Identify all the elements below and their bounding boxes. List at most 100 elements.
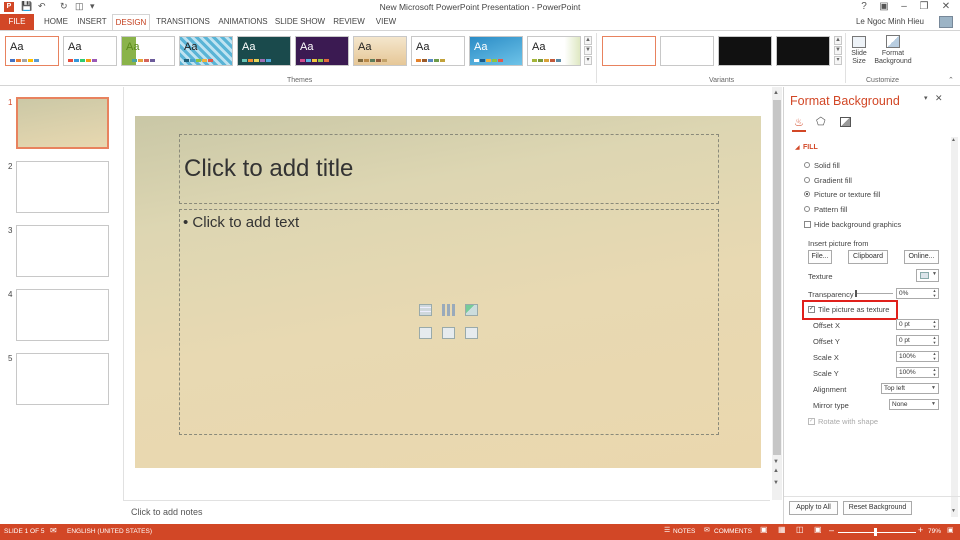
theme-organic[interactable]: Aa bbox=[353, 36, 407, 66]
slide-thumbnail-5[interactable] bbox=[16, 353, 109, 405]
tab-view[interactable]: VIEW bbox=[371, 14, 401, 30]
pane-scroll-down-icon[interactable]: ▼ bbox=[951, 508, 956, 514]
tab-insert[interactable]: INSERT bbox=[76, 14, 108, 30]
minimize-icon[interactable]: – bbox=[896, 0, 912, 13]
fill-section-header[interactable]: FILL bbox=[803, 144, 818, 151]
close-icon[interactable]: ✕ bbox=[938, 0, 954, 13]
next-slide-icon[interactable]: ▼ bbox=[773, 480, 779, 486]
insert-video-icon[interactable] bbox=[465, 327, 478, 339]
ribbon-display-options-icon[interactable]: ▣ bbox=[876, 0, 892, 13]
theme-retrospect[interactable]: Aa bbox=[411, 36, 465, 66]
tile-picture-label[interactable]: Tile picture as texture bbox=[818, 305, 889, 314]
insert-online-picture-icon[interactable] bbox=[442, 327, 455, 339]
effects-tab-icon[interactable]: ⬠ bbox=[816, 115, 826, 128]
clipboard-button[interactable]: Clipboard bbox=[848, 250, 888, 264]
apply-to-all-button[interactable]: Apply to All bbox=[789, 501, 838, 515]
theme-ion[interactable]: Aa bbox=[237, 36, 291, 66]
variants-scroll-up-icon[interactable]: ▲ bbox=[834, 36, 842, 45]
theme-facet[interactable]: Aa bbox=[121, 36, 175, 66]
scale-x-input[interactable]: 100% ▲ ▼ bbox=[896, 351, 939, 362]
hide-background-graphics-label[interactable]: Hide background graphics bbox=[814, 220, 901, 229]
scroll-down-icon[interactable]: ▼ bbox=[773, 459, 779, 465]
insert-picture-icon[interactable] bbox=[419, 327, 432, 339]
insert-table-icon[interactable] bbox=[419, 304, 432, 316]
gradient-fill-label[interactable]: Gradient fill bbox=[814, 176, 852, 185]
solid-fill-label[interactable]: Solid fill bbox=[814, 161, 840, 170]
normal-view-icon[interactable]: ▣ bbox=[760, 525, 768, 534]
reading-view-icon[interactable]: ◫ bbox=[796, 525, 804, 534]
fill-collapse-icon[interactable]: ◢ bbox=[795, 144, 800, 151]
slide-thumbnail-3[interactable] bbox=[16, 225, 109, 277]
picture-texture-fill-label[interactable]: Picture or texture fill bbox=[814, 190, 880, 199]
zoom-slider-handle[interactable] bbox=[874, 528, 877, 536]
language-indicator[interactable]: ENGLISH (UNITED STATES) bbox=[67, 528, 152, 535]
slide-thumbnail-2[interactable] bbox=[16, 161, 109, 213]
notes-pane[interactable]: Click to add notes bbox=[123, 500, 770, 524]
tile-picture-checkbox[interactable]: ✓ bbox=[808, 306, 815, 313]
mirror-type-dropdown[interactable]: None ▼ bbox=[889, 399, 939, 410]
transparency-slider[interactable] bbox=[855, 293, 893, 294]
fit-slide-icon[interactable]: ▣ bbox=[947, 526, 954, 534]
zoom-in-icon[interactable]: + bbox=[918, 525, 923, 535]
reset-background-button[interactable]: Reset Background bbox=[843, 501, 912, 515]
offset-y-input[interactable]: 0 pt ▲ ▼ bbox=[896, 335, 939, 346]
variant-2[interactable] bbox=[660, 36, 714, 66]
slide-sorter-icon[interactable]: ▦ bbox=[778, 525, 786, 534]
spin-arrows-icon[interactable]: ▲ ▼ bbox=[931, 319, 938, 329]
spin-arrows-icon[interactable]: ▲ ▼ bbox=[931, 288, 938, 298]
slide-show-icon[interactable]: ▣ bbox=[814, 525, 822, 534]
rotate-with-shape-checkbox[interactable]: ✓ bbox=[808, 418, 815, 425]
insert-chart-icon[interactable] bbox=[442, 304, 455, 316]
scale-y-input[interactable]: 100% ▲ ▼ bbox=[896, 367, 939, 378]
variant-4[interactable] bbox=[776, 36, 830, 66]
gradient-fill-radio[interactable] bbox=[804, 177, 810, 183]
restore-icon[interactable]: ❐ bbox=[916, 0, 932, 13]
tab-review[interactable]: REVIEW bbox=[331, 14, 367, 30]
texture-picker-button[interactable]: ▼ bbox=[916, 269, 939, 282]
pane-scroll-up-icon[interactable]: ▲ bbox=[951, 137, 956, 143]
help-icon[interactable]: ? bbox=[856, 0, 872, 13]
picture-tab-icon[interactable] bbox=[840, 117, 851, 127]
variants-scroll-down-icon[interactable]: ▼ bbox=[834, 46, 842, 55]
pattern-fill-label[interactable]: Pattern fill bbox=[814, 205, 847, 214]
comments-button[interactable]: COMMENTS bbox=[714, 528, 752, 535]
tab-slide-show[interactable]: SLIDE SHOW bbox=[274, 14, 326, 30]
alignment-dropdown[interactable]: Top left ▼ bbox=[881, 383, 939, 394]
content-placeholder[interactable]: • Click to add text bbox=[179, 209, 719, 435]
online-button[interactable]: Online... bbox=[904, 250, 939, 264]
theme-wisp[interactable]: Aa bbox=[527, 36, 581, 66]
slide-thumbnail-1[interactable] bbox=[16, 97, 109, 149]
fill-tab-icon[interactable]: ♨ bbox=[794, 116, 804, 129]
solid-fill-radio[interactable] bbox=[804, 162, 810, 168]
notes-button[interactable]: NOTES bbox=[673, 528, 695, 535]
hide-background-graphics-checkbox[interactable] bbox=[804, 221, 811, 228]
themes-more-icon[interactable]: ▾ bbox=[584, 56, 592, 65]
pane-options-icon[interactable]: ▾ bbox=[924, 94, 928, 102]
insert-smartart-icon[interactable] bbox=[465, 304, 478, 316]
file-button[interactable]: File... bbox=[808, 250, 832, 264]
scroll-thumb[interactable] bbox=[773, 100, 781, 455]
theme-ion-boardroom[interactable]: Aa bbox=[295, 36, 349, 66]
title-placeholder[interactable]: Click to add title bbox=[179, 134, 719, 204]
spin-arrows-icon[interactable]: ▲ ▼ bbox=[931, 335, 938, 345]
user-avatar[interactable] bbox=[939, 16, 953, 28]
spin-arrows-icon[interactable]: ▲ ▼ bbox=[931, 351, 938, 361]
previous-slide-icon[interactable]: ▲ bbox=[773, 468, 779, 474]
slide-thumbnail-4[interactable] bbox=[16, 289, 109, 341]
theme-integral[interactable]: Aa bbox=[179, 36, 233, 66]
tab-transitions[interactable]: TRANSITIONS bbox=[154, 14, 212, 30]
comments-icon[interactable]: ✉ bbox=[704, 526, 710, 534]
zoom-level[interactable]: 79% bbox=[928, 528, 941, 535]
tab-design[interactable]: DESIGN bbox=[112, 14, 150, 30]
themes-scroll-up-icon[interactable]: ▲ bbox=[584, 36, 592, 45]
variants-more-icon[interactable]: ▾ bbox=[834, 56, 842, 65]
spin-arrows-icon[interactable]: ▲ ▼ bbox=[931, 367, 938, 377]
tab-home[interactable]: HOME bbox=[40, 14, 72, 30]
collapse-ribbon-icon[interactable]: ⌃ bbox=[948, 76, 954, 84]
theme-office-2[interactable]: Aa bbox=[63, 36, 117, 66]
theme-slice[interactable]: Aa bbox=[469, 36, 523, 66]
themes-scroll-down-icon[interactable]: ▼ bbox=[584, 46, 592, 55]
offset-x-input[interactable]: 0 pt ▲ ▼ bbox=[896, 319, 939, 330]
pane-close-icon[interactable]: ✕ bbox=[935, 93, 943, 104]
picture-texture-fill-radio[interactable] bbox=[804, 191, 810, 197]
